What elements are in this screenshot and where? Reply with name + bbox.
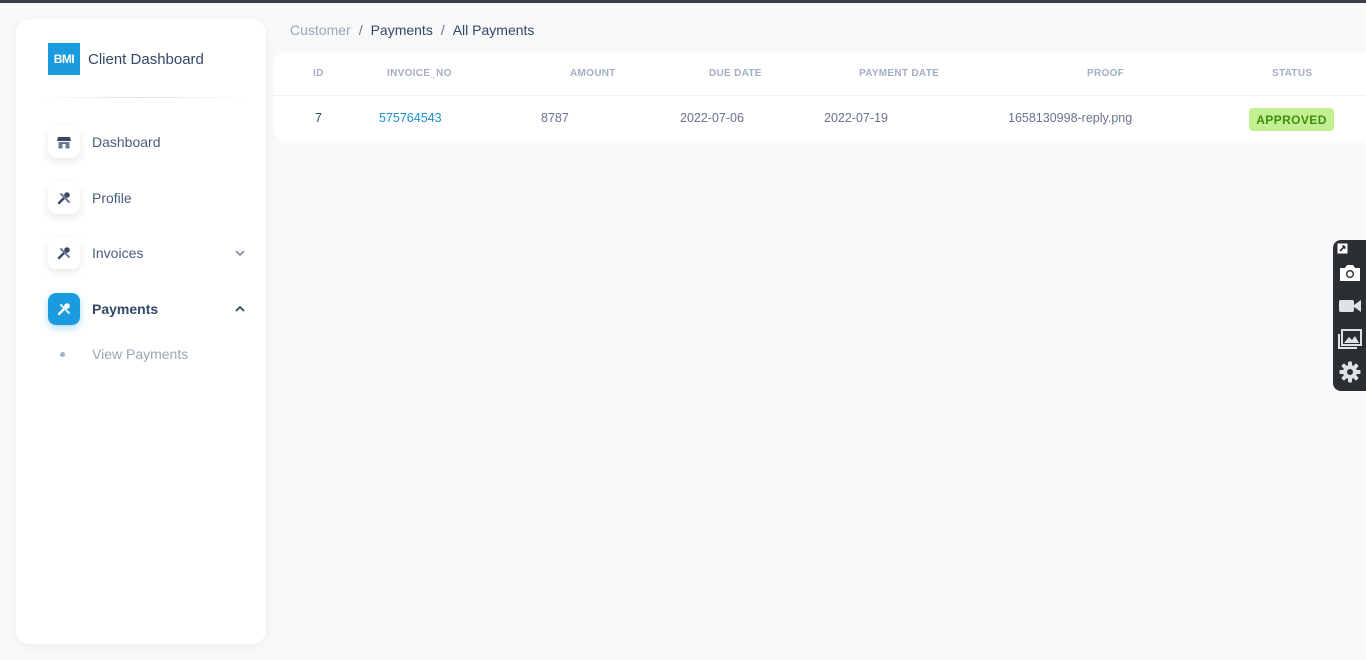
- settings-icon[interactable]: [1333, 357, 1366, 387]
- column-header-payment-date: PAYMENT DATE: [859, 68, 940, 79]
- sidebar-item-payments[interactable]: Payments: [48, 293, 248, 325]
- breadcrumb-item-current: All Payments: [452, 22, 535, 38]
- tools-icon: [48, 293, 80, 325]
- breadcrumb: Customer / Payments / All Payments: [290, 21, 534, 39]
- cell-due-date: 2022-07-06: [680, 111, 744, 125]
- sidebar-divider: [32, 97, 250, 98]
- brand[interactable]: BMI Client Dashboard: [48, 43, 204, 75]
- sidebar-item-label: Dashboard: [92, 134, 161, 150]
- shop-icon: [48, 126, 80, 158]
- chevron-up-icon[interactable]: [232, 301, 248, 317]
- sidebar-item-profile[interactable]: Profile: [48, 182, 248, 214]
- capture-toolbar: [1333, 240, 1366, 391]
- chevron-down-icon[interactable]: [232, 245, 248, 261]
- sidebar-item-label: Profile: [92, 190, 132, 206]
- sidebar-item-label: Invoices: [92, 245, 144, 261]
- breadcrumb-item-customer[interactable]: Customer: [290, 22, 351, 38]
- sidebar-item-label: Payments: [92, 301, 159, 317]
- payments-table-card: [274, 52, 1366, 141]
- camera-icon[interactable]: [1333, 258, 1366, 288]
- header-divider: [1220, 95, 1366, 96]
- sidebar-item-invoices[interactable]: Invoices: [48, 237, 248, 269]
- header-divider: [523, 95, 660, 96]
- brand-logo: BMI: [48, 43, 80, 75]
- header-divider: [274, 95, 364, 96]
- tools-icon: [48, 237, 80, 269]
- breadcrumb-separator: /: [358, 22, 363, 38]
- top-border: [0, 0, 1366, 3]
- cell-proof: 1658130998-reply.png: [1008, 111, 1133, 125]
- header-divider: [990, 95, 1218, 96]
- header-divider: [806, 95, 988, 96]
- header-divider: [366, 95, 521, 96]
- cell-id: 7: [315, 111, 322, 125]
- breadcrumb-item-payments[interactable]: Payments: [371, 22, 433, 38]
- column-header-status: STATUS: [1272, 68, 1313, 79]
- gallery-icon[interactable]: [1333, 324, 1366, 354]
- column-header-amount: AMOUNT: [570, 68, 616, 79]
- sidebar-subitem-label: View Payments: [92, 346, 189, 362]
- status-badge: APPROVED: [1249, 108, 1334, 131]
- pin-icon[interactable]: [1336, 242, 1348, 254]
- sidebar-subitem-view-payments[interactable]: View Payments: [60, 344, 188, 364]
- sidebar-item-dashboard[interactable]: Dashboard: [48, 126, 248, 158]
- column-header-id: ID: [313, 68, 324, 79]
- tools-icon: [48, 182, 80, 214]
- sidebar: BMI Client Dashboard Dashboard Profile I…: [16, 19, 266, 644]
- column-header-proof: PROOF: [1087, 68, 1125, 79]
- cell-amount: 8787: [541, 111, 569, 125]
- breadcrumb-separator: /: [440, 22, 445, 38]
- video-icon[interactable]: [1333, 291, 1366, 321]
- brand-name: Client Dashboard: [88, 50, 204, 68]
- column-header-invoice-no: INVOICE_NO: [387, 68, 452, 79]
- header-divider: [662, 95, 804, 96]
- bullet-icon: [60, 351, 65, 357]
- cell-payment-date: 2022-07-19: [824, 111, 888, 125]
- column-header-due-date: DUE DATE: [709, 68, 762, 79]
- cell-invoice-link[interactable]: 575764543: [379, 111, 442, 125]
